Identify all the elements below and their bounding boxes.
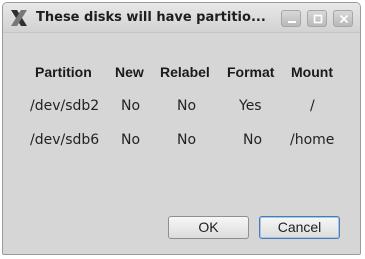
cell-partition: /dev/sdb2	[30, 98, 100, 114]
cell-mount: /home	[290, 132, 335, 148]
header-new: New	[115, 64, 144, 80]
cell-format: Yes	[239, 98, 262, 114]
close-button[interactable]	[333, 10, 353, 27]
maximize-icon	[313, 14, 323, 24]
cancel-button[interactable]: Cancel	[259, 216, 340, 239]
maximize-button[interactable]	[307, 10, 327, 27]
cell-new: No	[121, 98, 141, 114]
cell-format: No	[243, 132, 263, 148]
minimize-button[interactable]	[281, 10, 301, 27]
title-bar[interactable]: These disks will have partitio...	[3, 3, 360, 33]
cell-mount: /	[310, 98, 315, 114]
cell-relabel: No	[177, 132, 197, 148]
header-partition: Partition	[35, 64, 92, 80]
header-format: Format	[227, 64, 275, 80]
ok-button[interactable]: OK	[168, 216, 249, 239]
cell-relabel: No	[177, 98, 197, 114]
close-icon	[339, 14, 349, 24]
cell-new: No	[121, 132, 141, 148]
header-mount: Mount	[291, 64, 333, 80]
cell-partition: /dev/sdb6	[30, 132, 100, 148]
dialog-window: These disks will have partitio... Partit…	[2, 2, 361, 255]
header-relabel: Relabel	[160, 64, 210, 80]
minimize-icon	[288, 21, 296, 23]
x-logo-icon	[9, 8, 29, 28]
window-title: These disks will have partitio...	[36, 10, 266, 25]
